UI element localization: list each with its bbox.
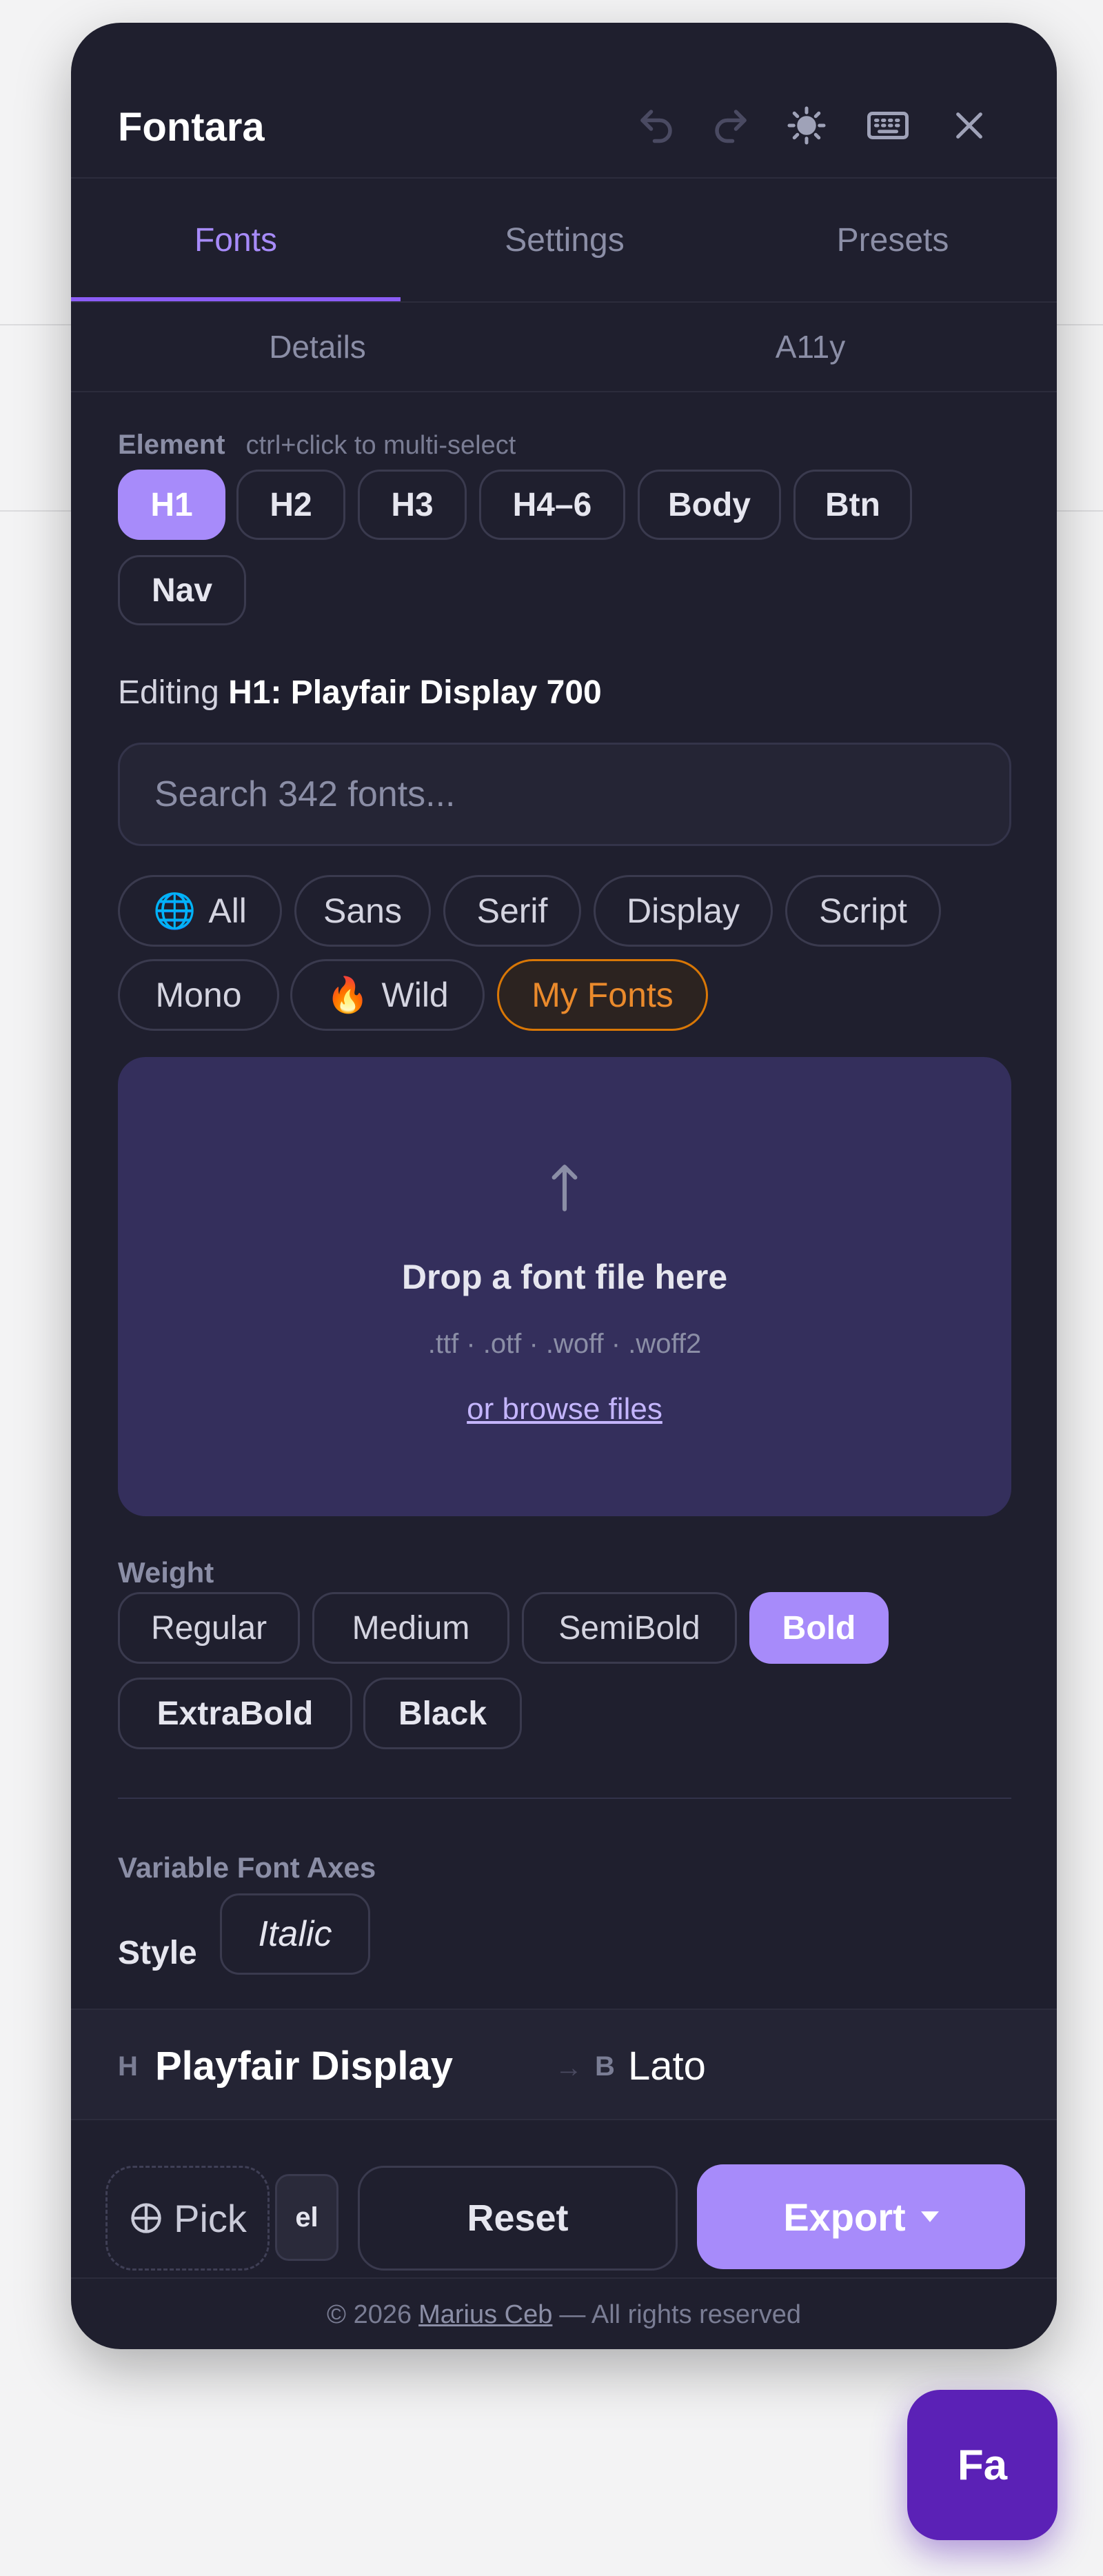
element-chip-h1[interactable]: H1: [118, 470, 225, 540]
sun-icon: [787, 106, 826, 145]
element-badge-button[interactable]: el: [275, 2174, 338, 2261]
category-pill-script[interactable]: Script: [785, 875, 941, 947]
section-divider: [118, 1798, 1011, 1799]
tab-presets[interactable]: Presets: [729, 179, 1057, 301]
author-link[interactable]: Marius Ceb: [418, 2300, 552, 2330]
fontara-panel: Fontara Fonts Settings Presets Details A…: [71, 23, 1057, 2349]
element-chip-body[interactable]: Body: [638, 470, 781, 540]
font-search-input[interactable]: Search 342 fonts...: [118, 743, 1011, 846]
tab-settings[interactable]: Settings: [401, 179, 729, 301]
weight-regular[interactable]: Regular: [118, 1592, 300, 1664]
weight-bold[interactable]: Bold: [749, 1592, 889, 1664]
crosshair-icon: [131, 2203, 161, 2233]
dropzone-file-types: .ttf · .otf · .woff · .woff2: [427, 1329, 702, 1359]
category-pill-sans[interactable]: Sans: [294, 875, 431, 947]
weight-black[interactable]: Black: [363, 1678, 522, 1749]
editing-status: Editing H1: Playfair Display 700: [118, 674, 602, 711]
element-label: Element: [118, 430, 225, 460]
globe-icon: 🌐: [153, 891, 196, 930]
fire-icon: 🔥: [326, 975, 370, 1014]
category-pill-all[interactable]: 🌐 All: [118, 875, 282, 947]
editing-value: H1: Playfair Display 700: [228, 674, 602, 711]
body-tag: B: [595, 2051, 615, 2082]
undo-icon: [640, 110, 672, 143]
secondary-tabs: Details A11y: [71, 303, 1057, 392]
keyboard-shortcuts-button[interactable]: [862, 100, 913, 151]
element-chip-nav[interactable]: Nav: [118, 555, 246, 625]
body-font-name: Lato: [628, 2044, 706, 2089]
element-label-row: Element ctrl+click to multi-select: [118, 430, 516, 461]
font-pairing-preview: H Playfair Display → B Lato: [71, 2009, 1057, 2120]
keyboard-icon: [867, 112, 909, 139]
panel-header: Fontara: [71, 23, 1057, 179]
category-pill-mono[interactable]: Mono: [118, 959, 279, 1031]
weight-label: Weight: [118, 1556, 214, 1589]
heading-tag: H: [118, 2051, 138, 2082]
browse-files-link[interactable]: or browse files: [118, 1392, 1011, 1427]
export-button[interactable]: Export: [697, 2164, 1025, 2269]
tab-a11y[interactable]: A11y: [564, 303, 1057, 391]
active-tab-indicator: [71, 297, 401, 301]
redo-button[interactable]: [705, 100, 756, 151]
category-pill-my-fonts[interactable]: My Fonts: [497, 959, 708, 1031]
element-chip-btn[interactable]: Btn: [793, 470, 912, 540]
font-dropzone[interactable]: Drop a font file here .ttf · .otf · .wof…: [118, 1057, 1011, 1516]
close-button[interactable]: [944, 100, 995, 151]
tab-details[interactable]: Details: [71, 303, 564, 391]
italic-toggle[interactable]: Italic: [220, 1893, 370, 1975]
app-title: Fontara: [118, 105, 265, 150]
weight-medium[interactable]: Medium: [312, 1592, 509, 1664]
close-icon: [956, 112, 982, 139]
fontara-launcher-button[interactable]: Fa: [907, 2390, 1058, 2540]
element-chip-h3[interactable]: H3: [358, 470, 467, 540]
category-pill-display[interactable]: Display: [594, 875, 773, 947]
element-chip-h4-6[interactable]: H4–6: [479, 470, 625, 540]
heading-font-name: Playfair Display: [155, 2044, 453, 2089]
style-axis-label: Style: [118, 1935, 197, 1971]
multi-select-hint: ctrl+click to multi-select: [245, 431, 516, 460]
upload-arrow-icon: [118, 1160, 1011, 1216]
dropzone-title: Drop a font file here: [401, 1258, 728, 1296]
weight-extrabold[interactable]: ExtraBold: [118, 1678, 352, 1749]
arrow-icon: →: [555, 2053, 583, 2083]
category-pill-wild[interactable]: 🔥 Wild: [290, 959, 485, 1031]
pick-element-button[interactable]: Pick: [105, 2166, 270, 2271]
weight-semibold[interactable]: SemiBold: [522, 1592, 737, 1664]
undo-button[interactable]: [631, 100, 682, 151]
theme-toggle-button[interactable]: [781, 100, 832, 151]
panel-footer: © 2026 Marius Ceb — All rights reserved: [71, 2277, 1057, 2349]
variable-axes-label: Variable Font Axes: [118, 1851, 376, 1884]
caret-down-icon: [920, 2211, 939, 2222]
element-chip-h2[interactable]: H2: [236, 470, 345, 540]
reset-button[interactable]: Reset: [358, 2166, 678, 2271]
primary-tabs: Fonts Settings Presets: [71, 179, 1057, 303]
category-pill-serif[interactable]: Serif: [443, 875, 581, 947]
tab-fonts[interactable]: Fonts: [71, 179, 401, 301]
redo-icon: [715, 110, 747, 143]
